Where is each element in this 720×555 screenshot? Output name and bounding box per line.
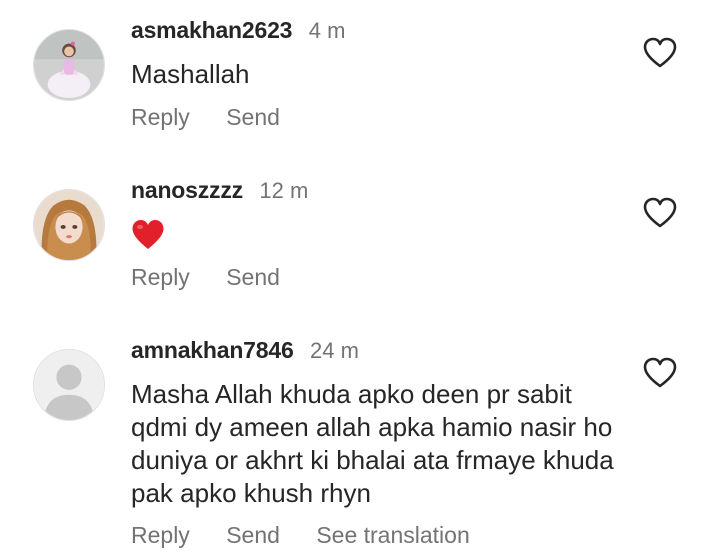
comment-actions: Reply Send — [131, 264, 310, 291]
comment-actions: Reply Send — [131, 104, 310, 131]
timestamp: 4 m — [308, 18, 346, 43]
avatar[interactable] — [33, 349, 105, 421]
username[interactable]: asmakhan2623 — [131, 17, 292, 43]
reply-button[interactable]: Reply — [131, 264, 190, 291]
see-translation-button[interactable]: See translation — [316, 522, 469, 549]
avatar[interactable] — [33, 29, 105, 101]
timestamp: 12 m — [259, 178, 309, 203]
heart-outline-icon[interactable] — [643, 37, 677, 69]
avatar-default-placeholder-icon — [34, 350, 104, 420]
avatar-girl-white-dress-icon — [34, 30, 104, 100]
send-button[interactable]: Send — [226, 522, 280, 549]
red-heart-emoji-icon — [132, 220, 164, 249]
reply-button[interactable]: Reply — [131, 522, 190, 549]
reply-button[interactable]: Reply — [131, 104, 190, 131]
avatar-doll-icon — [34, 190, 104, 260]
comment-actions: Reply Send See translation — [131, 522, 500, 549]
send-button[interactable]: Send — [226, 264, 280, 291]
comment-text: Mashallah — [131, 59, 250, 89]
send-button[interactable]: Send — [226, 104, 280, 131]
username[interactable]: nanoszzzz — [131, 177, 243, 203]
avatar[interactable] — [33, 189, 105, 261]
heart-outline-icon[interactable] — [643, 197, 677, 229]
timestamp: 24 m — [309, 338, 359, 363]
comment-text: Masha Allah khuda apko deen pr sabit qdm… — [131, 379, 614, 508]
username[interactable]: amnakhan7846 — [131, 337, 294, 363]
heart-outline-icon[interactable] — [643, 357, 677, 389]
